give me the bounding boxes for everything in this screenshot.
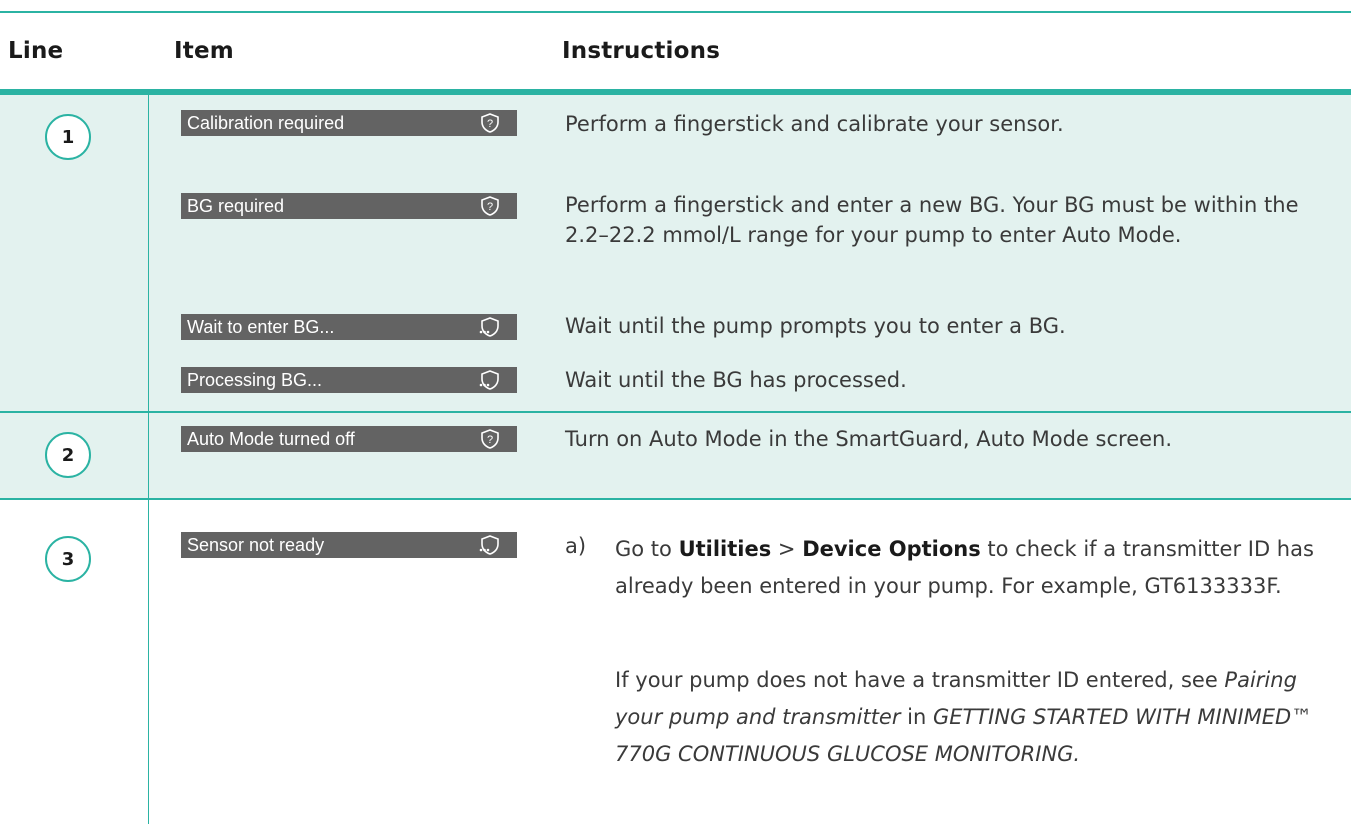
alert-label: Calibration required (187, 112, 345, 133)
line-number-badge: 3 (45, 536, 91, 582)
alert-item: Calibration required ? (181, 110, 517, 136)
shield-dots-icon (479, 316, 501, 338)
text-fragment: Go to (615, 537, 679, 561)
text-fragment: If your pump does not have a transmitter… (615, 668, 1225, 692)
alert-item: Processing BG... (181, 367, 517, 393)
line-number-badge: 2 (45, 432, 91, 478)
column-divider (148, 95, 149, 824)
shield-dots-icon (479, 534, 501, 556)
shield-question-icon: ? (479, 195, 501, 217)
row-1-background (0, 95, 1351, 411)
top-rule (0, 11, 1351, 13)
instruction-text: Perform a fingerstick and calibrate your… (565, 112, 1064, 136)
instruction-text: Wait until the BG has processed. (565, 368, 907, 392)
alert-item: Wait to enter BG... (181, 314, 517, 340)
alert-item: Sensor not ready (181, 532, 517, 558)
header-instructions: Instructions (562, 38, 721, 64)
alert-item: Auto Mode turned off ? (181, 426, 517, 452)
instruction-text: Perform a fingerstick and enter a new BG… (565, 193, 1299, 247)
instruction-text: Wait until the pump prompts you to enter… (565, 314, 1066, 338)
header-item: Item (174, 38, 234, 64)
step-label: a) (565, 534, 587, 558)
line-number-badge: 1 (45, 114, 91, 160)
instruction-step-a: Go to Utilities > Device Options to chec… (615, 531, 1333, 605)
menu-path-device-options: Device Options (802, 537, 981, 561)
instruction-step-a-note: If your pump does not have a transmitter… (615, 662, 1333, 773)
svg-text:?: ? (487, 118, 493, 130)
alert-label: Sensor not ready (187, 534, 325, 555)
shield-question-icon: ? (479, 112, 501, 134)
instruction-text: Turn on Auto Mode in the SmartGuard, Aut… (565, 427, 1173, 451)
svg-text:?: ? (487, 434, 493, 446)
alert-label: Wait to enter BG... (187, 316, 335, 337)
text-fragment: in (900, 705, 933, 729)
text-fragment: > (771, 537, 803, 561)
svg-text:?: ? (487, 201, 493, 213)
alert-label: Auto Mode turned off (187, 428, 355, 449)
row-divider (0, 498, 1351, 500)
menu-path-utilities: Utilities (678, 537, 772, 561)
alert-label: Processing BG... (187, 369, 323, 390)
alert-label: BG required (187, 195, 285, 216)
shield-question-icon: ? (479, 428, 501, 450)
shield-dots-icon (479, 369, 501, 391)
alert-item: BG required ? (181, 193, 517, 219)
header-line: Line (8, 38, 64, 64)
